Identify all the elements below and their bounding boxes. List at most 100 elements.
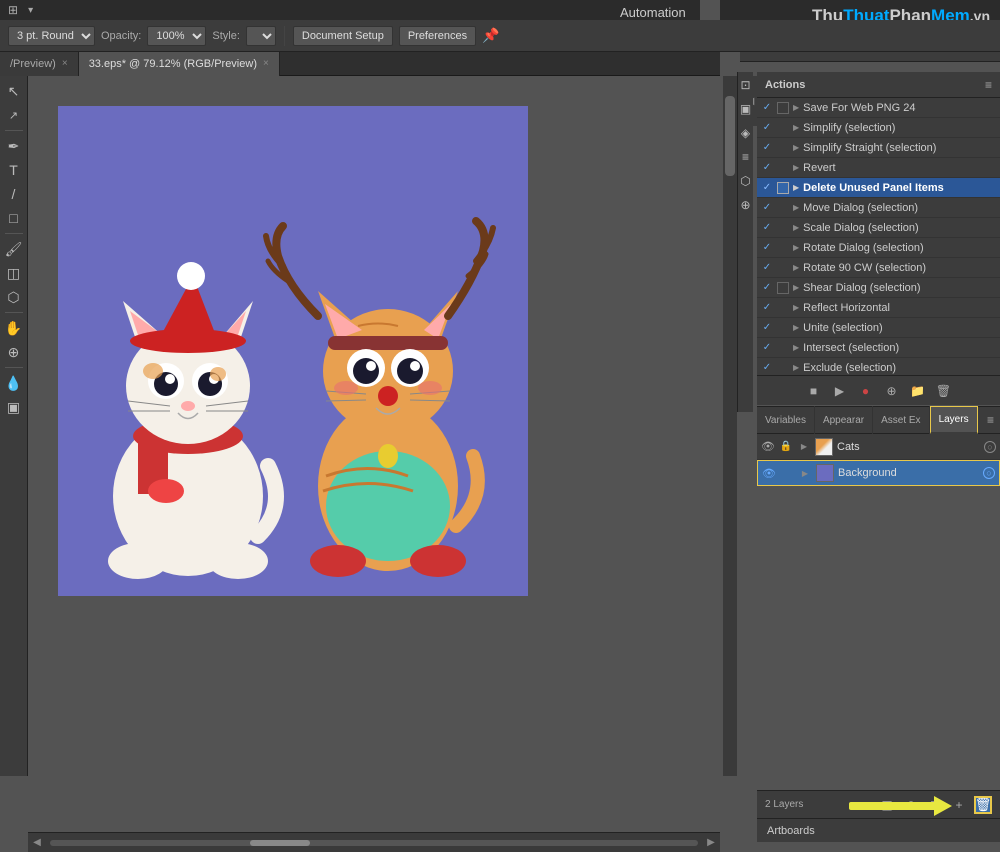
action-check-12: ✓ (761, 342, 773, 354)
layer-expand-background[interactable]: ▶ (798, 466, 812, 480)
transform-icon[interactable]: ⬡ (737, 172, 755, 190)
action-row-12[interactable]: ✓ ▶ Intersect (selection) (757, 338, 1000, 358)
layer-circle-background[interactable]: ○ (983, 467, 995, 479)
main-toolbar: 3 pt. Round Opacity: 100% Style: ■ Docum… (0, 20, 1000, 52)
eyedropper-tool[interactable]: 💧 (3, 372, 25, 394)
action-check-9: ✓ (761, 282, 773, 294)
layer-lock-cats[interactable]: 🔒 (779, 440, 793, 454)
tab-appearance[interactable]: Appearar (815, 406, 873, 434)
cc-icon[interactable]: ◈ (737, 124, 755, 142)
scroll-right-arrow[interactable]: ▶ (702, 834, 720, 852)
action-check-0: ✓ (761, 102, 773, 114)
layer-eye-background[interactable]: 👁 (762, 466, 776, 480)
delete-layer-button[interactable]: 🗑 (974, 796, 992, 814)
arrow-body (849, 802, 934, 810)
direct-select-tool[interactable]: ↗ (3, 104, 25, 126)
layer-name-background: Background (838, 467, 979, 479)
action-row-9[interactable]: ✓ ▶ Shear Dialog (selection) (757, 278, 1000, 298)
new-action-button[interactable]: ⊕ (883, 382, 901, 400)
action-arrow-13: ▶ (793, 363, 799, 372)
action-check-10: ✓ (761, 302, 773, 314)
record-button[interactable]: ● (857, 382, 875, 400)
app-menu-arrow[interactable]: ▾ (28, 5, 33, 16)
layer-circle-cats[interactable]: ○ (984, 441, 996, 453)
action-row-7[interactable]: ✓ ▶ Rotate Dialog (selection) (757, 238, 1000, 258)
select-tool[interactable]: ↖ (3, 80, 25, 102)
layer-lock-background[interactable] (780, 466, 794, 480)
action-name-6: Scale Dialog (selection) (803, 222, 996, 234)
pin-icon[interactable]: 📌 (482, 27, 499, 44)
action-arrow-6: ▶ (793, 223, 799, 232)
doc-tab-2[interactable]: 33.eps* @ 79.12% (RGB/Preview) × (79, 52, 280, 76)
new-set-button[interactable]: 📁 (909, 382, 927, 400)
scroll-left-arrow[interactable]: ◀ (28, 834, 46, 852)
brush-size-select[interactable]: 3 pt. Round (8, 26, 95, 46)
action-row-3[interactable]: ✓ ▶ Revert (757, 158, 1000, 178)
artboard-icon[interactable]: ▣ (737, 100, 755, 118)
action-check-4: ✓ (761, 182, 773, 194)
tab-variables[interactable]: Variables (757, 406, 815, 434)
action-row-5[interactable]: ✓ ▶ Move Dialog (selection) (757, 198, 1000, 218)
action-row-0[interactable]: ✓ ▶ Save For Web PNG 24 (757, 98, 1000, 118)
new-layer-button[interactable]: + (950, 796, 968, 814)
paintbrush-tool[interactable]: 🖌 (3, 238, 25, 260)
blend-tool[interactable]: ⬡ (3, 286, 25, 308)
action-row-4[interactable]: ✓ ▶ Delete Unused Panel Items (757, 178, 1000, 198)
layer-expand-cats[interactable]: ▶ (797, 440, 811, 454)
action-arrow-5: ▶ (793, 203, 799, 212)
bottom-scrollbar[interactable]: ◀ ▶ (28, 832, 720, 852)
action-row-1[interactable]: ✓ ▶ Simplify (selection) (757, 118, 1000, 138)
align-icon[interactable]: ≡ (737, 148, 755, 166)
zoom-tool[interactable]: ⊕ (3, 341, 25, 363)
document-tabs: /Preview) × 33.eps* @ 79.12% (RGB/Previe… (0, 52, 720, 76)
doc-tab-2-close[interactable]: × (263, 58, 269, 69)
actions-panel-menu[interactable]: ≡ (985, 78, 992, 92)
scroll-thumb[interactable] (725, 96, 735, 176)
action-row-11[interactable]: ✓ ▶ Unite (selection) (757, 318, 1000, 338)
document-setup-button[interactable]: Document Setup (293, 26, 393, 46)
gradient-tool[interactable]: ▣ (3, 396, 25, 418)
stop-button[interactable]: ■ (805, 382, 823, 400)
pen-tool[interactable]: ✒ (3, 135, 25, 157)
layer-thumb-background (816, 464, 834, 482)
path-icon[interactable]: ⊕ (737, 196, 755, 214)
layer-row-background[interactable]: 👁 ▶ Background ○ (757, 460, 1000, 486)
shape-tool[interactable]: □ (3, 207, 25, 229)
play-button[interactable]: ▶ (831, 382, 849, 400)
panel-tabs-menu-icon[interactable]: ≡ (987, 413, 994, 427)
doc-tab-1[interactable]: /Preview) × (0, 52, 79, 76)
type-tool[interactable]: T (3, 159, 25, 181)
layer-eye-cats[interactable]: 👁 (761, 440, 775, 454)
scroll-thumb-h[interactable] (250, 840, 310, 846)
action-row-2[interactable]: ✓ ▶ Simplify Straight (selection) (757, 138, 1000, 158)
action-check-1: ✓ (761, 122, 773, 134)
style-select[interactable]: ■ (246, 26, 276, 46)
scroll-track[interactable] (50, 840, 698, 846)
action-row-8[interactable]: ✓ ▶ Rotate 90 CW (selection) (757, 258, 1000, 278)
eraser-tool[interactable]: ◫ (3, 262, 25, 284)
action-name-13: Exclude (selection) (803, 362, 996, 374)
opacity-select[interactable]: 100% (147, 26, 206, 46)
doc-tab-1-close[interactable]: × (62, 58, 68, 69)
action-row-6[interactable]: ✓ ▶ Scale Dialog (selection) (757, 218, 1000, 238)
action-arrow-4: ▶ (793, 183, 799, 192)
hand-tool[interactable]: ✋ (3, 317, 25, 339)
line-tool[interactable]: / (3, 183, 25, 205)
title-bar: ⊞ ▾ (0, 0, 700, 20)
action-arrow-1: ▶ (793, 123, 799, 132)
tab-asset-export[interactable]: Asset Ex (873, 406, 929, 434)
action-name-10: Reflect Horizontal (803, 302, 996, 314)
layer-row-cats[interactable]: 👁 🔒 ▶ Cats ○ (757, 434, 1000, 460)
preferences-button[interactable]: Preferences (399, 26, 476, 46)
artboards-tab[interactable]: Artboards (757, 818, 1000, 842)
action-row-10[interactable]: ✓ ▶ Reflect Horizontal (757, 298, 1000, 318)
arrow-annotation (849, 796, 952, 816)
panel-tabs-menu[interactable]: ≡ (987, 413, 1000, 427)
action-check-7: ✓ (761, 242, 773, 254)
delete-action-button[interactable]: 🗑 (935, 382, 953, 400)
layers-icon[interactable]: ⊡ (737, 76, 755, 94)
action-box-0 (777, 102, 789, 114)
panel-tabs: Variables Appearar Asset Ex Layers ≡ (757, 406, 1000, 434)
vertical-scrollbar[interactable] (723, 76, 737, 776)
tab-layers[interactable]: Layers (930, 406, 978, 434)
